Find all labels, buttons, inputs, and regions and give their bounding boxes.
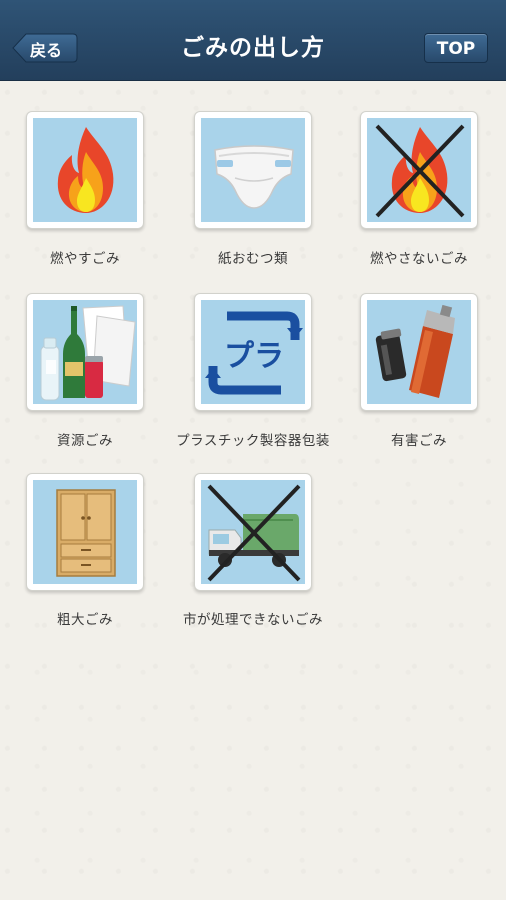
nav-bar: 戻る ごみの出し方 TOP xyxy=(0,0,506,81)
category-label: 有害ごみ xyxy=(391,433,447,449)
svg-text:プラ: プラ xyxy=(224,339,284,374)
category-label: 粗大ごみ xyxy=(57,612,113,628)
fire-icon xyxy=(57,127,114,213)
fire-crossed-icon xyxy=(375,124,465,218)
category-tile-resources[interactable] xyxy=(26,293,144,411)
category-tile-oversized[interactable] xyxy=(26,473,144,591)
category-label: 市が処理できないごみ xyxy=(183,612,323,628)
plastic-recycle-icon: プラ xyxy=(205,311,303,395)
top-button[interactable]: TOP xyxy=(424,33,488,63)
category-label: 紙おむつ類 xyxy=(218,251,288,267)
category-label: 資源ごみ xyxy=(57,433,113,449)
battery-lighter-icon xyxy=(375,304,455,398)
category-label: 燃やすごみ xyxy=(50,251,120,267)
category-tile-diapers[interactable] xyxy=(194,111,312,229)
category-tile-burnable[interactable] xyxy=(26,111,144,229)
garbage-truck-crossed-icon xyxy=(207,484,301,582)
category-label: 燃やさないごみ xyxy=(370,251,468,267)
category-label: プラスチック製容器包装 xyxy=(176,433,330,449)
furniture-icon xyxy=(56,489,116,577)
category-tile-plastic-packaging[interactable]: プラ xyxy=(194,293,312,411)
diaper-icon xyxy=(214,145,294,209)
category-tile-hazardous[interactable] xyxy=(360,293,478,411)
recyclables-icon xyxy=(40,305,136,401)
category-tile-non-burnable[interactable] xyxy=(360,111,478,229)
category-tile-city-cannot-process[interactable] xyxy=(194,473,312,591)
